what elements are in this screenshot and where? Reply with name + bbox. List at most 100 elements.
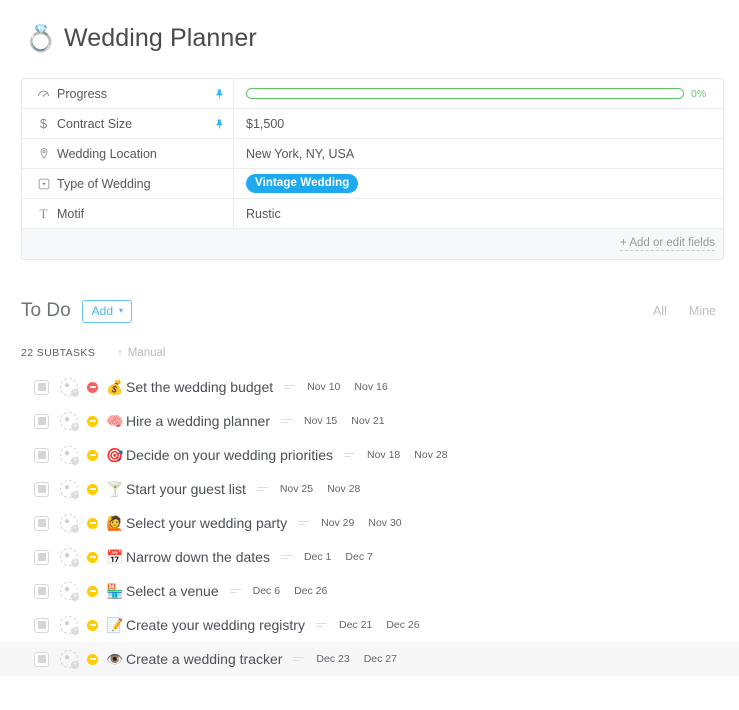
- task-row[interactable]: ●+📝Create your wedding registryDec 21Dec…: [0, 608, 739, 642]
- task-checkbox[interactable]: [34, 414, 49, 429]
- assignee-add-icon[interactable]: ●+: [60, 446, 78, 464]
- sort-control[interactable]: ↑ Manual: [117, 347, 165, 359]
- assignee-add-icon[interactable]: ●+: [60, 378, 78, 396]
- assignee-add-icon[interactable]: ●+: [60, 650, 78, 668]
- add-fields-row[interactable]: + Add or edit fields: [22, 229, 723, 259]
- task-checkbox[interactable]: [34, 380, 49, 395]
- todo-section-header: To Do Add ▾ All Mine: [21, 296, 723, 326]
- start-date[interactable]: Dec 6: [253, 585, 280, 597]
- pin-icon[interactable]: [214, 118, 225, 130]
- task-row[interactable]: ●+🧠Hire a wedding plannerNov 15Nov 21: [0, 404, 739, 438]
- description-icon[interactable]: [344, 453, 355, 458]
- description-icon[interactable]: [316, 623, 327, 628]
- start-date[interactable]: Nov 15: [304, 415, 337, 427]
- start-date[interactable]: Nov 10: [307, 381, 340, 393]
- field-label-cell[interactable]: Wedding Location: [22, 139, 234, 168]
- assignee-add-icon[interactable]: ●+: [60, 616, 78, 634]
- description-icon[interactable]: [298, 521, 309, 526]
- priority-flag-icon[interactable]: [87, 654, 98, 665]
- task-checkbox[interactable]: [34, 618, 49, 633]
- due-date[interactable]: Dec 27: [364, 653, 397, 665]
- start-date[interactable]: Nov 25: [280, 483, 313, 495]
- task-name[interactable]: Narrow down the dates: [126, 549, 270, 565]
- field-value[interactable]: Rustic: [246, 207, 281, 221]
- priority-bar: [90, 556, 96, 558]
- task-name[interactable]: Select a venue: [126, 583, 219, 599]
- assignee-add-icon[interactable]: ●+: [60, 412, 78, 430]
- description-icon[interactable]: [257, 487, 268, 492]
- start-date[interactable]: Dec 23: [316, 653, 349, 665]
- task-row[interactable]: ●+ 👁️Create a wedding tracker Dec 23 Dec 27: [0, 642, 739, 676]
- assignee-add-icon[interactable]: ●+: [60, 582, 78, 600]
- due-date[interactable]: Nov 16: [354, 381, 387, 393]
- task-name[interactable]: Set the wedding budget: [126, 379, 273, 395]
- start-date[interactable]: Nov 29: [321, 517, 354, 529]
- priority-flag-icon[interactable]: [87, 382, 98, 393]
- task-checkbox[interactable]: [34, 482, 49, 497]
- task-name[interactable]: Select your wedding party: [126, 515, 287, 531]
- priority-bar: [90, 454, 96, 456]
- task-checkbox[interactable]: [34, 448, 49, 463]
- description-icon[interactable]: [281, 555, 292, 560]
- task-name[interactable]: Decide on your wedding priorities: [126, 447, 333, 463]
- assignee-add-icon[interactable]: ●+: [60, 480, 78, 498]
- task-row[interactable]: ●+🍸Start your guest listNov 25Nov 28: [0, 472, 739, 506]
- start-date[interactable]: Dec 1: [304, 551, 331, 563]
- task-row[interactable]: ●+💰Set the wedding budgetNov 10Nov 16: [0, 370, 739, 404]
- task-checkbox[interactable]: [34, 652, 49, 667]
- field-value[interactable]: New York, NY, USA: [246, 147, 354, 161]
- field-tag[interactable]: Vintage Wedding: [246, 174, 358, 193]
- dollar-icon: $: [34, 117, 53, 130]
- description-icon[interactable]: [230, 589, 241, 594]
- field-label-cell[interactable]: Progress: [22, 79, 234, 108]
- task-checkbox[interactable]: [34, 550, 49, 565]
- field-label-cell[interactable]: TMotif: [22, 199, 234, 228]
- field-label-cell[interactable]: $Contract Size: [22, 109, 234, 138]
- progress-bar[interactable]: 0%: [246, 88, 711, 100]
- task-row[interactable]: ●+ 🙋Select your wedding party Nov 29 Nov 30: [0, 506, 739, 540]
- task-row[interactable]: ●+🏪Select a venueDec 6Dec 26: [0, 574, 739, 608]
- priority-flag-icon[interactable]: [87, 518, 98, 529]
- checkbox-inner: [38, 451, 46, 459]
- due-date[interactable]: Nov 21: [351, 415, 384, 427]
- priority-flag-icon[interactable]: [87, 586, 98, 597]
- task-checkbox[interactable]: [34, 584, 49, 599]
- assignee-add-icon[interactable]: ●+: [60, 548, 78, 566]
- eye-emoji: 👁️: [106, 652, 123, 666]
- start-date[interactable]: Nov 18: [367, 449, 400, 461]
- task-row[interactable]: ●+📅Narrow down the datesDec 1Dec 7: [0, 540, 739, 574]
- task-checkbox[interactable]: [34, 516, 49, 531]
- description-icon[interactable]: [281, 419, 292, 424]
- due-date[interactable]: Dec 26: [386, 619, 419, 631]
- priority-flag-icon[interactable]: [87, 552, 98, 563]
- field-label-cell[interactable]: Type of Wedding: [22, 169, 234, 198]
- task-name[interactable]: Start your guest list: [126, 481, 246, 497]
- description-icon[interactable]: [293, 657, 304, 662]
- start-date[interactable]: Dec 21: [339, 619, 372, 631]
- due-date[interactable]: Dec 26: [294, 585, 327, 597]
- add-subtask-button[interactable]: Add ▾: [82, 300, 132, 323]
- due-date[interactable]: Nov 30: [368, 517, 401, 529]
- due-date[interactable]: Nov 28: [327, 483, 360, 495]
- person-raising-hand-emoji: 🙋: [106, 516, 123, 530]
- field-label: Wedding Location: [57, 147, 157, 161]
- task-name[interactable]: Create your wedding registry: [126, 617, 305, 633]
- filter-mine[interactable]: Mine: [689, 304, 716, 318]
- field-value[interactable]: $1,500: [246, 117, 284, 131]
- priority-flag-icon[interactable]: [87, 484, 98, 495]
- due-date[interactable]: Dec 7: [345, 551, 372, 563]
- description-icon[interactable]: [284, 385, 295, 390]
- task-row[interactable]: ●+🎯Decide on your wedding prioritiesNov …: [0, 438, 739, 472]
- plus-badge-icon: +: [71, 661, 79, 669]
- add-or-edit-fields-link[interactable]: + Add or edit fields: [620, 237, 715, 251]
- priority-flag-icon[interactable]: [87, 620, 98, 631]
- priority-flag-icon[interactable]: [87, 450, 98, 461]
- progress-track[interactable]: [246, 88, 684, 99]
- filter-all[interactable]: All: [653, 304, 667, 318]
- priority-flag-icon[interactable]: [87, 416, 98, 427]
- due-date[interactable]: Nov 28: [414, 449, 447, 461]
- assignee-add-icon[interactable]: ●+: [60, 514, 78, 532]
- task-name[interactable]: Create a wedding tracker: [126, 651, 282, 667]
- pin-icon[interactable]: [214, 88, 225, 100]
- task-name[interactable]: Hire a wedding planner: [126, 413, 270, 429]
